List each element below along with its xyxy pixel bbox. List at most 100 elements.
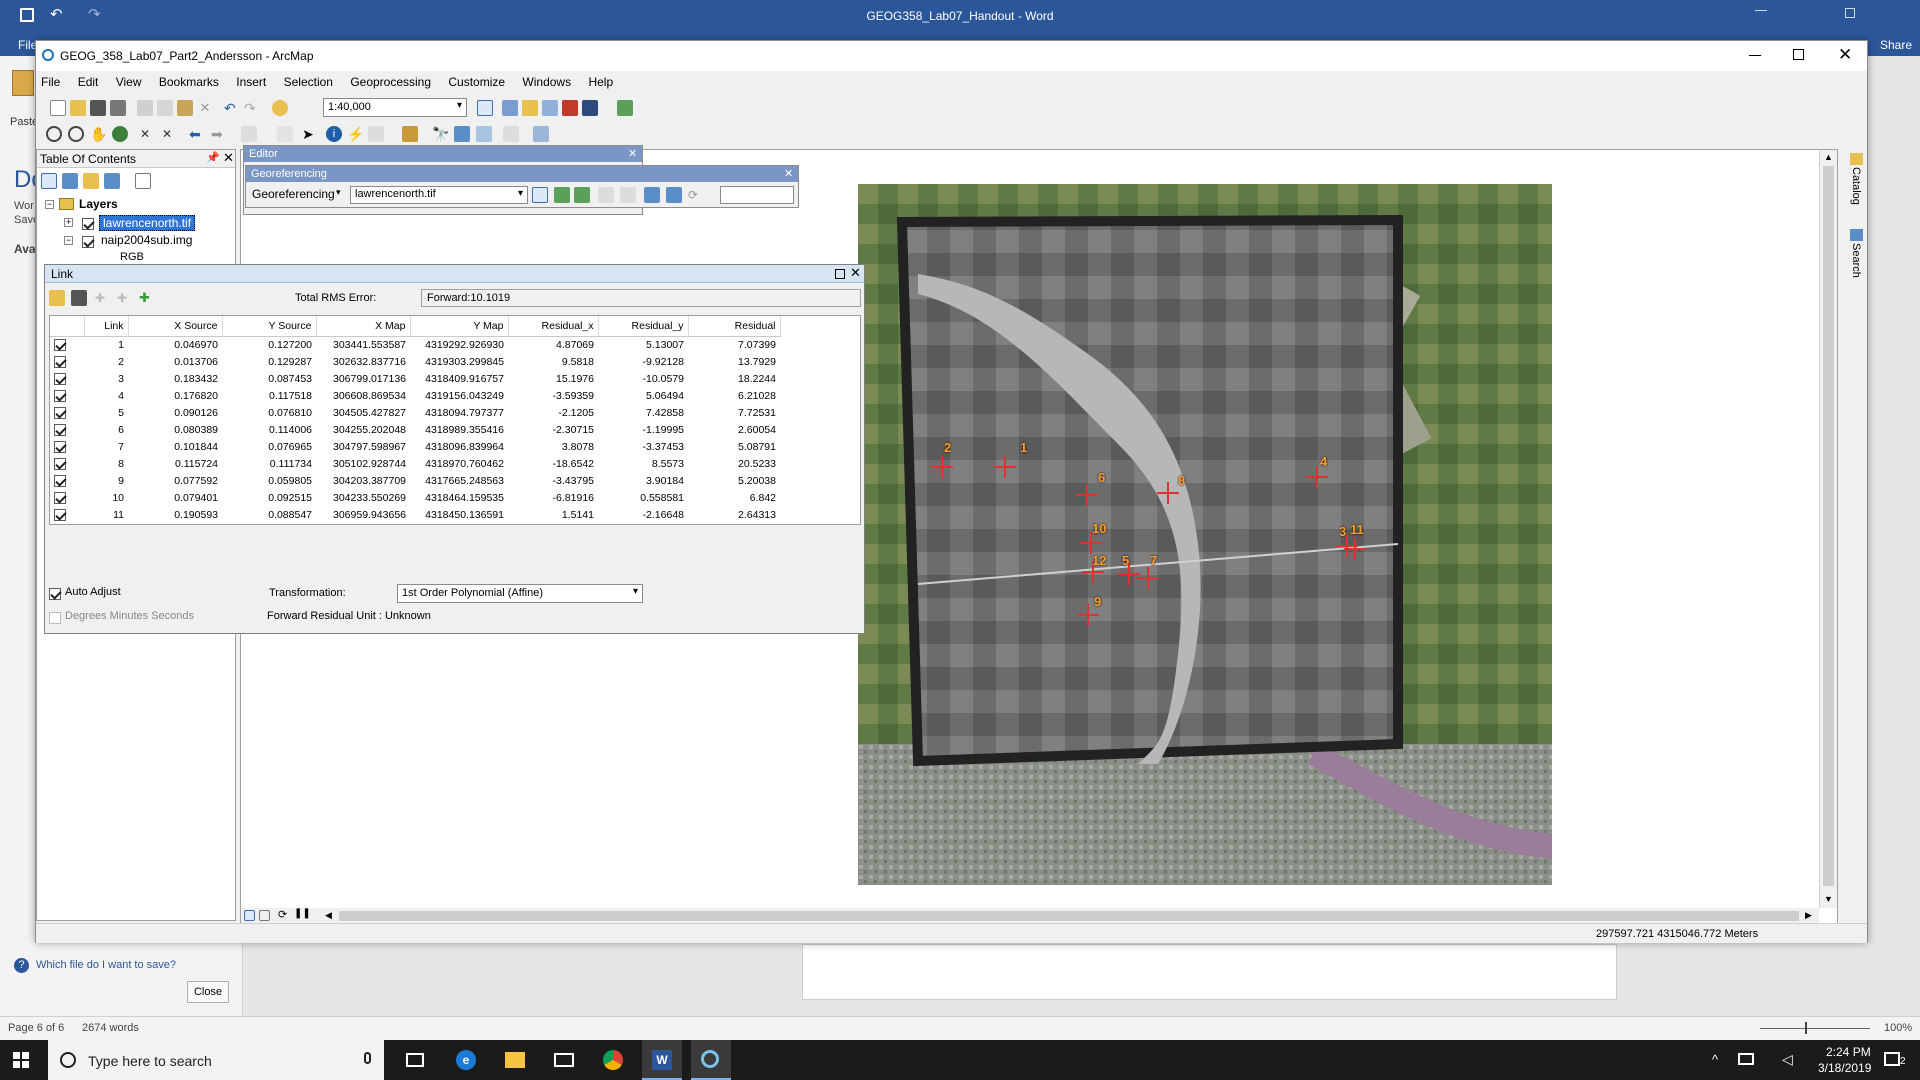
scroll-up-icon[interactable]: ▲ [1824, 152, 1833, 162]
link-enabled-checkbox[interactable] [50, 370, 84, 387]
link-enabled-checkbox[interactable] [50, 421, 84, 438]
zoom-in-icon[interactable] [46, 126, 62, 142]
identify-icon[interactable]: i [326, 126, 342, 142]
select-features-icon[interactable] [241, 126, 257, 142]
layer-visibility-checkbox[interactable] [82, 234, 94, 248]
layer-visibility-checkbox[interactable] [82, 216, 94, 230]
back-extent-icon[interactable]: ⬅ [189, 126, 205, 142]
list-by-visibility-icon[interactable] [83, 173, 99, 189]
word-minimize-icon[interactable] [1755, 10, 1767, 11]
table-row[interactable]: 7 0.101844 0.076965 304797.598967 4318096.83… [50, 438, 780, 455]
zoom-thumb[interactable] [1805, 1022, 1807, 1034]
pin-icon[interactable]: 📌 [206, 151, 220, 164]
chrome-icon[interactable] [603, 1050, 623, 1070]
arcmap-maximize-icon[interactable] [1793, 49, 1804, 60]
layer-lawrencenorth[interactable]: lawrencenorth.tif [99, 215, 196, 231]
fixed-zoom-in-icon[interactable]: ✕ [140, 126, 156, 142]
header-residual-x[interactable]: Residual_x [508, 316, 599, 337]
scroll-right-icon[interactable]: ▶ [1805, 910, 1812, 921]
share-button[interactable]: Share [1880, 38, 1912, 52]
arcmap-close-icon[interactable]: ✕ [1838, 45, 1852, 65]
gcp-marker-8[interactable] [1157, 482, 1179, 504]
catalog-tab[interactable]: Catalog [1850, 167, 1862, 205]
undo-map-icon[interactable]: ↶ [224, 100, 240, 116]
open-icon[interactable] [70, 100, 86, 116]
forward-extent-icon[interactable]: ➡ [211, 126, 227, 142]
scroll-down-icon[interactable]: ▼ [1824, 894, 1833, 904]
gcp-marker-4[interactable] [1306, 466, 1328, 488]
task-view-icon[interactable] [406, 1053, 424, 1067]
link-enabled-checkbox[interactable] [50, 506, 84, 523]
auto-adjust-checkbox[interactable] [49, 586, 61, 600]
header-y-source[interactable]: Y Source [222, 316, 317, 337]
table-row[interactable]: 5 0.090126 0.076810 304505.427827 4318094.79… [50, 404, 780, 421]
list-by-drawing-order-icon[interactable] [41, 173, 57, 189]
link-enabled-checkbox[interactable] [50, 404, 84, 421]
menu-help[interactable]: Help [581, 71, 620, 93]
save-links-icon[interactable] [71, 290, 87, 306]
header-link[interactable]: Link [84, 316, 129, 337]
zoom-level[interactable]: 100% [1884, 1022, 1912, 1034]
taskbar-search[interactable]: Type here to search [48, 1040, 384, 1080]
menu-bookmarks[interactable]: Bookmarks [152, 71, 226, 93]
mail-icon[interactable] [554, 1053, 574, 1067]
pan-icon[interactable]: ✋ [90, 126, 107, 142]
gcp-marker-2[interactable] [931, 456, 953, 478]
create-viewer-icon[interactable] [533, 126, 549, 142]
gcp-marker-11[interactable] [1344, 538, 1366, 560]
list-by-selection-icon[interactable] [104, 173, 120, 189]
redo-map-icon[interactable]: ↷ [244, 100, 260, 116]
add-data-icon[interactable] [272, 100, 288, 116]
refresh-icon[interactable]: ⟳ [278, 908, 294, 924]
notification-icon[interactable] [1884, 1052, 1900, 1066]
cut-icon[interactable] [137, 100, 153, 116]
toc-options-icon[interactable] [135, 173, 151, 189]
word-maximize-icon[interactable] [1845, 8, 1855, 18]
link-enabled-checkbox[interactable] [50, 455, 84, 472]
full-extent-icon[interactable] [112, 126, 128, 142]
table-row[interactable]: 10 0.079401 0.092515 304233.550269 4318464.1… [50, 489, 780, 506]
rotate-dropdown-icon[interactable]: ⟳ [688, 187, 704, 203]
header-y-map[interactable]: Y Map [410, 316, 509, 337]
delete-icon[interactable]: ✕ [197, 100, 213, 116]
link-enabled-checkbox[interactable] [50, 523, 84, 524]
menu-windows[interactable]: Windows [515, 71, 578, 93]
table-row[interactable]: 2 0.013706 0.129287 302632.837716 4319303.29… [50, 353, 780, 370]
header-x-source[interactable]: X Source [128, 316, 223, 337]
start-icon[interactable] [13, 1052, 29, 1068]
time-slider-icon[interactable] [503, 126, 519, 142]
link-enabled-checkbox[interactable] [50, 387, 84, 404]
select-elements-icon[interactable]: ➤ [302, 126, 318, 142]
arctoolbox-icon[interactable] [562, 100, 578, 116]
gcp-marker-6[interactable] [1076, 484, 1098, 506]
link-enabled-checkbox[interactable] [50, 489, 84, 506]
word-taskbar-icon[interactable]: W [642, 1040, 682, 1080]
layer-expand-icon[interactable]: − [64, 236, 73, 245]
menu-geoprocessing[interactable]: Geoprocessing [343, 71, 438, 93]
link-enabled-checkbox[interactable] [50, 353, 84, 370]
layer-naip2004sub[interactable]: naip2004sub.img [101, 233, 192, 247]
page-count[interactable]: Page 6 of 6 [8, 1022, 64, 1034]
pause-drawing-icon[interactable]: ❚❚ [294, 908, 311, 924]
volume-icon[interactable]: ◁ [1782, 1051, 1793, 1068]
layout-view-icon[interactable] [259, 910, 270, 921]
hscroll-thumb[interactable] [339, 911, 1799, 921]
clock-time[interactable]: 2:24 PM [1826, 1045, 1871, 1059]
map-scale-select[interactable]: 1:40,000 ▾ [323, 98, 467, 117]
link-maximize-icon[interactable] [835, 269, 845, 279]
hyperlink-icon[interactable]: ⚡ [347, 126, 364, 142]
table-row[interactable]: 4 0.176820 0.117518 306608.869534 4319156.04… [50, 387, 780, 404]
georef-layer-select[interactable]: lawrencenorth.tif ▾ [350, 186, 528, 204]
table-row[interactable]: 3 0.183432 0.087453 306799.017136 4318409.91… [50, 370, 780, 387]
link-enabled-checkbox[interactable] [50, 336, 84, 353]
zoom-slider[interactable] [1760, 1028, 1870, 1029]
georef-value-input[interactable] [720, 186, 794, 204]
menu-selection[interactable]: Selection [277, 71, 340, 93]
microphone-icon[interactable] [364, 1052, 371, 1064]
find-icon[interactable]: 🔭 [432, 126, 449, 142]
table-row[interactable]: 6 0.080389 0.114006 304255.202048 4318989.35… [50, 421, 780, 438]
transformation-select[interactable]: 1st Order Polynomial (Affine) ▾ [397, 584, 643, 603]
python-window-icon[interactable] [582, 100, 598, 116]
delete-link-icon[interactable]: ✚ [95, 290, 111, 306]
table-row[interactable]: 11 0.190593 0.088547 306959.943656 4318450.1… [50, 506, 780, 523]
